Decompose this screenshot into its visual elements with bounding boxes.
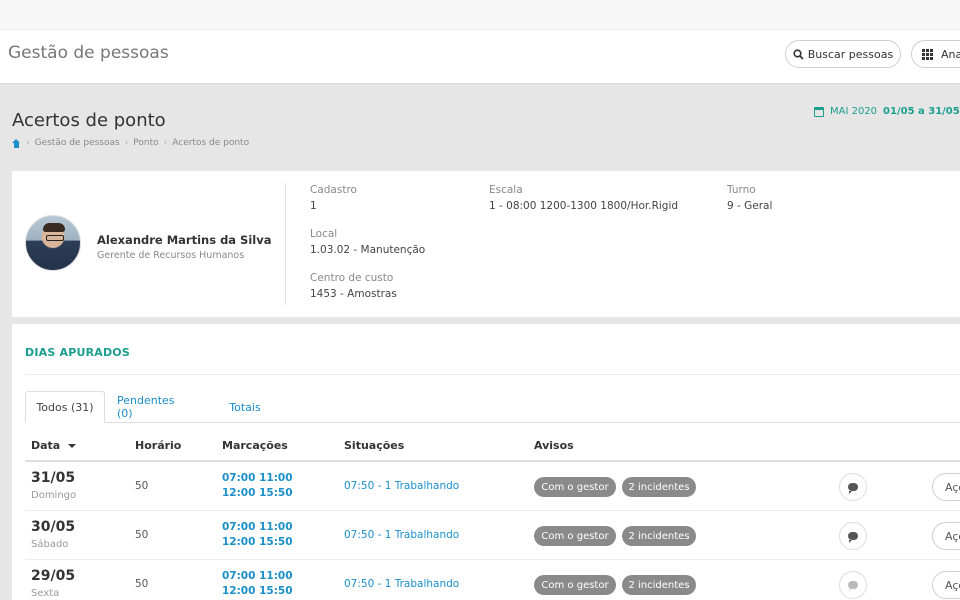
comment-button[interactable]: [839, 522, 867, 550]
badge-incidentes: 2 incidentes: [622, 526, 696, 546]
comment-button[interactable]: [839, 473, 867, 501]
period-month: MAI 2020: [830, 106, 878, 117]
search-icon: [793, 48, 804, 60]
row-situacao[interactable]: 07:50 - 1 Trabalhando: [344, 529, 459, 541]
row-situacao[interactable]: 07:50 - 1 Trabalhando: [344, 480, 459, 492]
comment-button[interactable]: [839, 571, 867, 599]
page-title: Acertos de ponto: [12, 110, 166, 131]
row-marcacoes[interactable]: 07:00 11:00 12:00 15:50: [222, 520, 322, 550]
row-date: 30/05: [31, 519, 76, 535]
section-title: DIAS APURADOS: [25, 346, 130, 359]
row-date: 29/05: [31, 568, 76, 584]
apps-grid-icon: [922, 48, 933, 60]
centro-custo-label: Centro de custo: [310, 272, 394, 284]
badge-com-gestor: Com o gestor: [534, 477, 616, 497]
apps-button[interactable]: Ana: [911, 40, 960, 68]
table-row[interactable]: 30/05 Sábado 50 07:00 11:00 12:00 15:50 …: [25, 511, 960, 560]
row-horario: 50: [135, 480, 149, 492]
calendar-icon: [814, 106, 824, 117]
divider: [285, 183, 286, 305]
centro-custo-value: 1453 - Amostras: [310, 288, 397, 300]
chat-icon: [848, 532, 858, 543]
cadastro-label: Cadastro: [310, 184, 357, 196]
row-situacao[interactable]: 07:50 - 1 Trabalhando: [344, 578, 459, 590]
employee-name: Alexandre Martins da Silva: [97, 233, 272, 247]
column-header-avisos: Avisos: [534, 439, 574, 452]
apps-label: Ana: [941, 47, 960, 61]
local-value: 1.03.02 - Manutenção: [310, 244, 426, 256]
turno-value: 9 - Geral: [727, 200, 773, 212]
escala-label: Escala: [489, 184, 523, 196]
breadcrumb: › Gestão de pessoas › Ponto › Acertos de…: [12, 138, 249, 148]
tab-bar: Todos (31) Pendentes (0) Totais: [25, 391, 960, 423]
column-header-marcacoes: Marcações: [222, 439, 288, 452]
breadcrumb-separator: ›: [124, 138, 129, 148]
breadcrumb-item-acertos: Acertos de ponto: [172, 138, 250, 148]
days-panel: DIAS APURADOS Todos (31) Pendentes (0) T…: [12, 324, 960, 600]
row-weekday: Sexta: [31, 588, 60, 599]
home-icon[interactable]: [12, 138, 21, 148]
actions-button[interactable]: Açõ: [932, 522, 960, 550]
tab-totais[interactable]: Totais: [225, 391, 265, 423]
top-strip: [0, 0, 960, 30]
tab-pendentes[interactable]: Pendentes (0): [117, 391, 189, 423]
breadcrumb-separator: ›: [163, 138, 168, 148]
column-header-data-label: Data: [31, 439, 61, 452]
chat-icon: [848, 483, 858, 494]
breadcrumb-separator: ›: [26, 138, 30, 148]
actions-button[interactable]: Açõ: [932, 571, 960, 599]
row-horario: 50: [135, 578, 149, 590]
search-people-button[interactable]: Buscar pessoas: [785, 40, 901, 68]
badge-incidentes: 2 incidentes: [622, 575, 696, 595]
chat-icon: [848, 581, 858, 592]
sort-caret-icon: [68, 443, 77, 448]
app-bar: Gestão de pessoas Buscar pessoas Ana: [0, 30, 960, 84]
row-weekday: Domingo: [31, 490, 77, 501]
badge-com-gestor: Com o gestor: [534, 575, 616, 595]
tab-todos[interactable]: Todos (31): [25, 391, 105, 423]
local-label: Local: [310, 228, 338, 240]
actions-button[interactable]: Açõ: [932, 473, 960, 501]
app-title: Gestão de pessoas: [8, 43, 169, 63]
breadcrumb-item-ponto[interactable]: Ponto: [133, 138, 158, 148]
table-row[interactable]: 31/05 Domingo 50 07:00 11:00 12:00 15:50…: [25, 462, 960, 511]
badge-com-gestor: Com o gestor: [534, 526, 616, 546]
escala-value: 1 - 08:00 1200-1300 1800/Hor.Rigid: [489, 200, 679, 212]
column-header-situacoes: Situações: [344, 439, 405, 452]
search-people-label: Buscar pessoas: [807, 47, 894, 61]
row-date: 31/05: [31, 470, 76, 486]
table-row[interactable]: 29/05 Sexta 50 07:00 11:00 12:00 15:50 0…: [25, 560, 960, 600]
employee-role: Gerente de Recursos Humanos: [97, 250, 245, 261]
avatar: [25, 215, 81, 271]
page-header: Acertos de ponto › Gestão de pessoas › P…: [0, 85, 960, 171]
period-selector[interactable]: MAI 2020 01/05 a 31/05: [814, 106, 960, 117]
badge-incidentes: 2 incidentes: [622, 477, 696, 497]
column-header-data[interactable]: Data: [31, 439, 77, 452]
divider: [25, 374, 960, 375]
row-marcacoes[interactable]: 07:00 11:00 12:00 15:50: [222, 569, 322, 599]
breadcrumb-item-gestao[interactable]: Gestão de pessoas: [35, 138, 120, 148]
row-marcacoes[interactable]: 07:00 11:00 12:00 15:50: [222, 471, 322, 501]
turno-label: Turno: [727, 184, 756, 196]
row-horario: 50: [135, 529, 149, 541]
row-weekday: Sábado: [31, 539, 69, 550]
period-range: 01/05 a 31/05: [883, 106, 960, 117]
cadastro-value: 1: [310, 200, 317, 212]
employee-profile-card: Alexandre Martins da Silva Gerente de Re…: [12, 171, 960, 317]
column-header-horario: Horário: [135, 439, 182, 452]
